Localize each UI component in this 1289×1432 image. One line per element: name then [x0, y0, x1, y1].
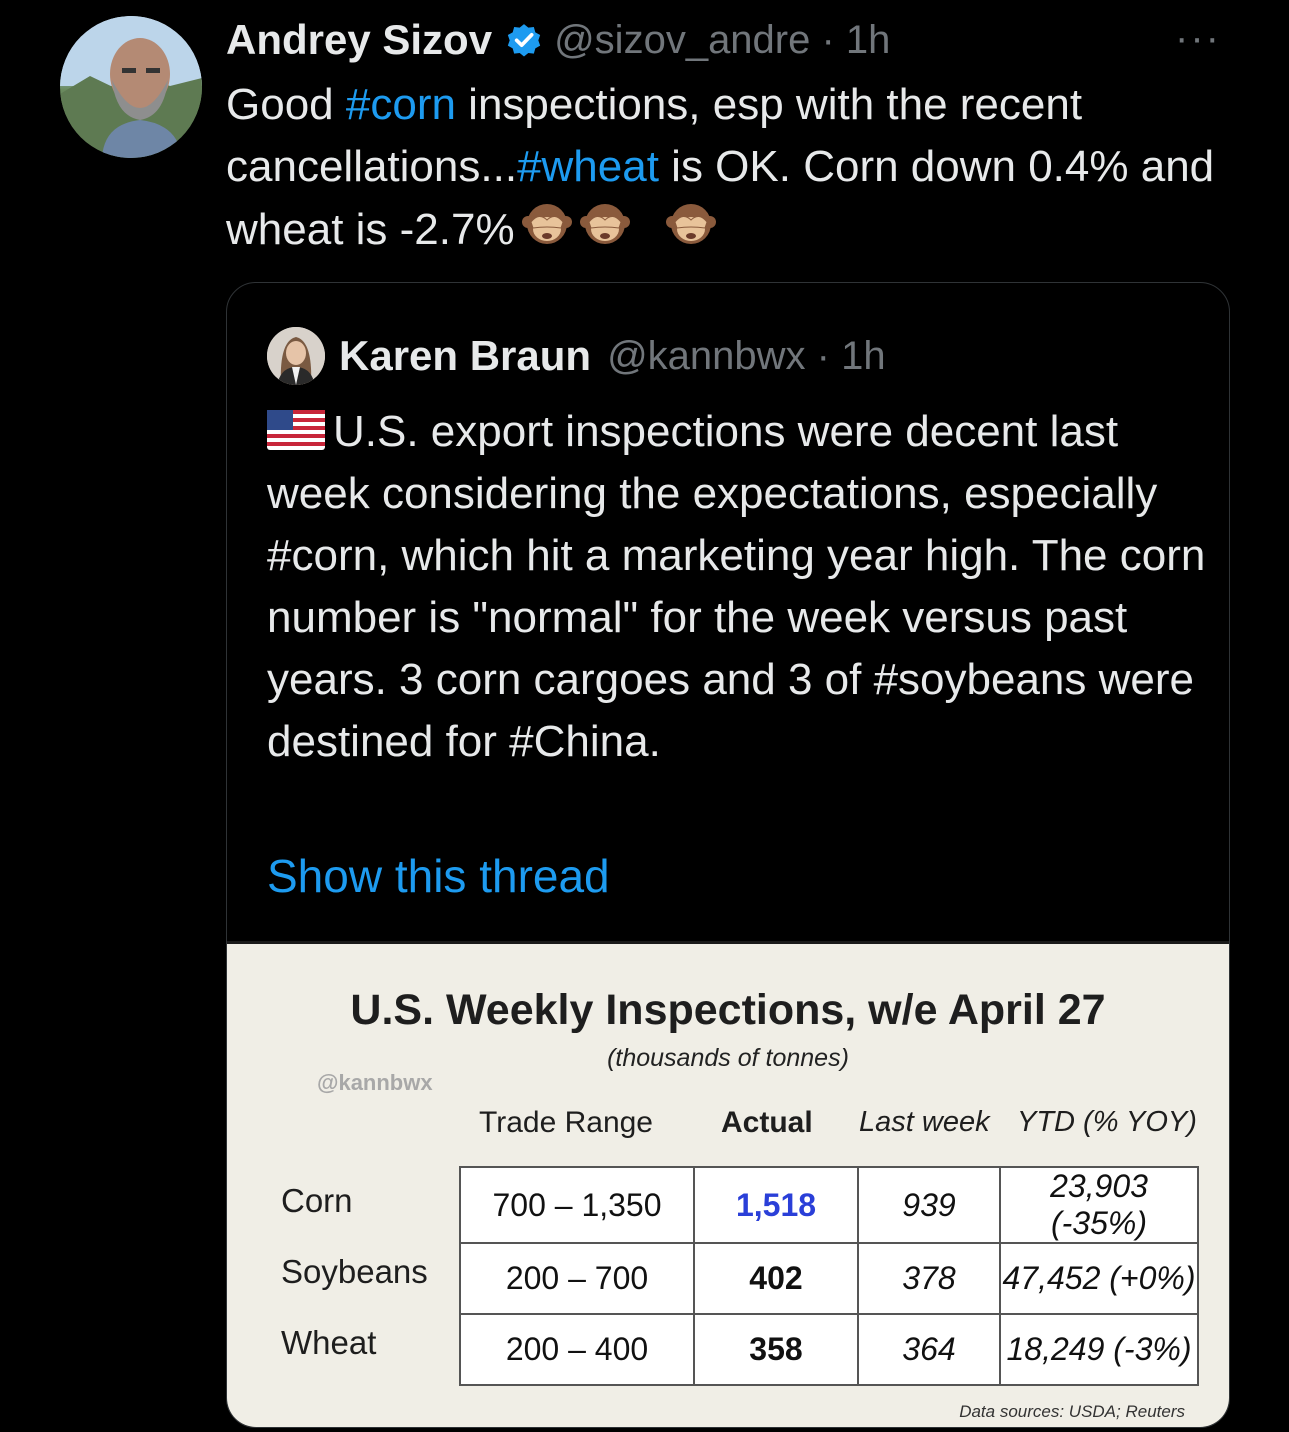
cell-last-week: 378 — [857, 1242, 1001, 1315]
quoted-author-photo — [267, 327, 325, 385]
attached-image[interactable]: U.S. Weekly Inspections, w/e April 27 (t… — [227, 941, 1229, 1427]
author-name[interactable]: Andrey Sizov — [226, 16, 492, 64]
column-header-ytd: YTD (% YOY) — [1017, 1106, 1197, 1138]
verified-badge-icon[interactable] — [504, 20, 544, 60]
hashtag-link[interactable]: #wheat — [517, 142, 659, 191]
quoted-tweet-body: U.S. export inspections were decent last… — [267, 407, 1206, 766]
more-options-icon[interactable]: ··· — [1175, 16, 1221, 61]
cell-trade-range: 200 – 400 — [459, 1313, 695, 1386]
quoted-author-name[interactable]: Karen Braun — [339, 332, 591, 380]
image-title: U.S. Weekly Inspections, w/e April 27 — [350, 986, 1106, 1034]
see-no-evil-monkey-icon — [665, 204, 716, 244]
cell-trade-range: 700 – 1,350 — [459, 1166, 695, 1244]
cell-trade-range: 200 – 700 — [459, 1242, 695, 1315]
inspections-table: 700 – 1,350 1,518 939 23,903 (-35%) 200 … — [459, 1166, 1199, 1386]
quoted-author-avatar[interactable] — [267, 327, 325, 385]
emoji-group — [515, 198, 717, 267]
show-thread-link[interactable]: Show this thread — [267, 849, 610, 903]
cell-actual: 402 — [693, 1242, 859, 1315]
table-row: 700 – 1,350 1,518 939 23,903 (-35%) — [459, 1166, 1199, 1244]
quoted-tweet-text: U.S. export inspections were decent last… — [267, 401, 1207, 773]
cell-ytd: 18,249 (-3%) — [999, 1313, 1199, 1386]
tweet-text-part: Good — [226, 80, 346, 129]
tweet-header: Andrey Sizov @sizov_andre · 1h ··· — [226, 12, 1229, 68]
cell-last-week: 364 — [857, 1313, 1001, 1386]
author-avatar[interactable] — [60, 16, 202, 158]
row-label-corn: Corn — [281, 1182, 353, 1219]
column-header-actual: Actual — [721, 1106, 813, 1139]
table-row: 200 – 700 402 378 47,452 (+0%) — [459, 1242, 1199, 1315]
see-no-evil-monkey-icon — [521, 204, 572, 244]
cell-actual: 358 — [693, 1313, 859, 1386]
author-photo — [60, 16, 202, 158]
cell-ytd: 23,903 (-35%) — [999, 1166, 1199, 1244]
quoted-tweet-card[interactable]: Karen Braun @kannbwx · 1h U.S. export in… — [226, 282, 1230, 1428]
tweet-text: Good #corn inspections, esp with the rec… — [226, 74, 1256, 267]
column-header-last-week: Last week — [859, 1106, 990, 1138]
cell-ytd: 47,452 (+0%) — [999, 1242, 1199, 1315]
cell-actual: 1,518 — [693, 1166, 859, 1244]
quoted-author-handle-time[interactable]: @kannbwx · 1h — [607, 334, 886, 379]
cell-last-week: 939 — [857, 1166, 1001, 1244]
hashtag-link[interactable]: #corn — [346, 80, 456, 129]
data-sources-note: Data sources: USDA; Reuters — [959, 1402, 1185, 1421]
table-row: 200 – 400 358 364 18,249 (-3%) — [459, 1313, 1199, 1386]
us-flag-icon — [267, 410, 325, 450]
row-label-wheat: Wheat — [281, 1324, 377, 1361]
image-subtitle: (thousands of tonnes) — [607, 1044, 849, 1072]
column-header-trade-range: Trade Range — [479, 1106, 653, 1139]
see-no-evil-monkey-icon — [579, 204, 630, 244]
quoted-tweet-header: Karen Braun @kannbwx · 1h — [267, 327, 886, 385]
image-watermark: @kannbwx — [317, 1070, 433, 1095]
author-handle-time[interactable]: @sizov_andre · 1h — [554, 18, 890, 63]
row-label-soybeans: Soybeans — [281, 1253, 428, 1290]
